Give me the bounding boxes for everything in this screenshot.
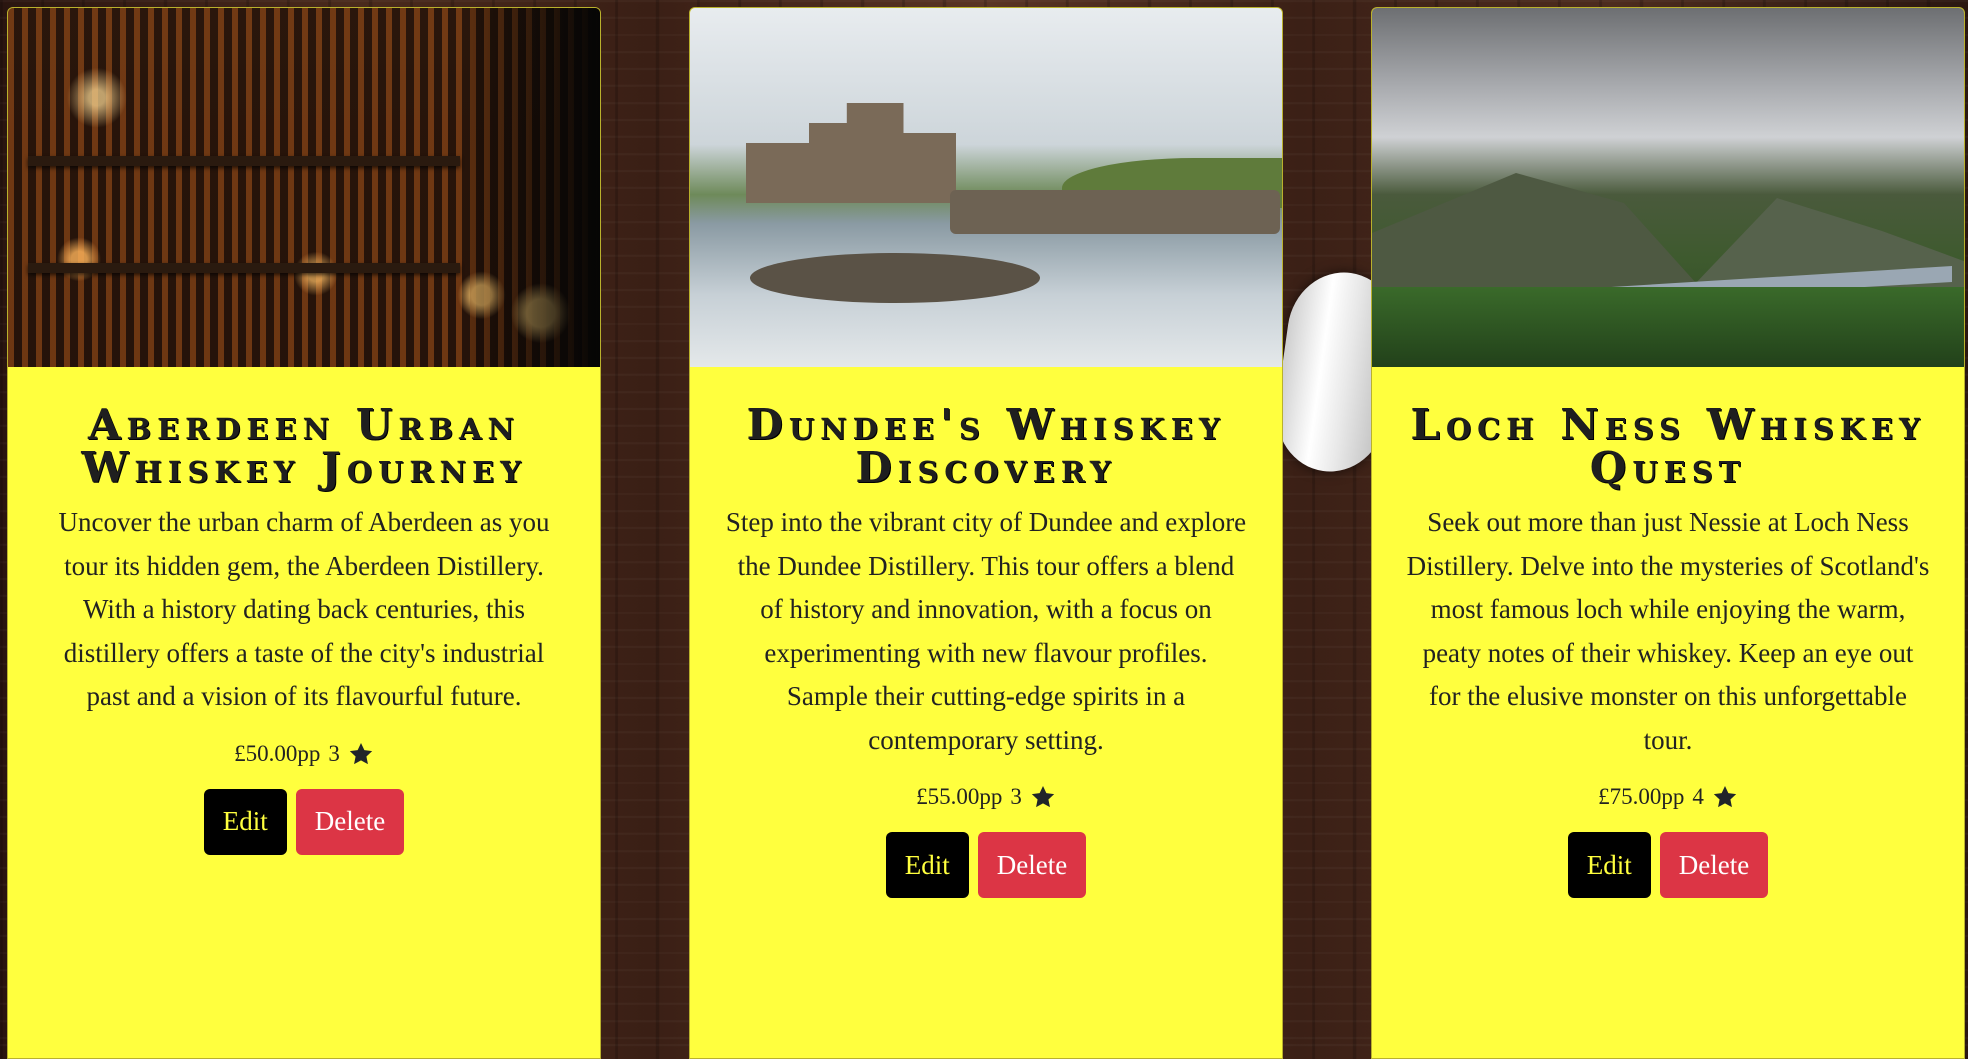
image-forest xyxy=(1372,287,1964,367)
delete-button[interactable]: Delete xyxy=(977,832,1087,898)
edit-button[interactable]: Edit xyxy=(203,788,287,855)
tour-image xyxy=(690,8,1282,367)
tour-price: £50.00pp xyxy=(234,740,321,766)
bar-shelf xyxy=(28,156,460,166)
tour-rating: 3 xyxy=(1010,784,1022,809)
image-bridge xyxy=(950,190,1280,234)
tour-title: Aberdeen Urban Whiskey Journey xyxy=(81,400,527,492)
tour-rating: 3 xyxy=(328,740,340,766)
card-body: Loch Ness Whiskey Quest Seek out more th… xyxy=(1372,367,1964,898)
tour-meta: £55.00pp 3 xyxy=(724,784,1248,810)
card-body: Aberdeen Urban Whiskey Journey Uncover t… xyxy=(8,367,600,855)
card-actions: Edit Delete xyxy=(1406,832,1930,898)
delete-button[interactable]: Delete xyxy=(1659,832,1769,898)
tour-meta: £50.00pp 3 xyxy=(42,741,566,767)
tour-card-grid: Aberdeen Urban Whiskey Journey Uncover t… xyxy=(0,0,1968,1059)
tour-rating: 4 xyxy=(1692,784,1704,809)
tour-card: Dundee's Whiskey Discovery Step into the… xyxy=(689,7,1283,1059)
tour-title: Dundee's Whiskey Discovery xyxy=(746,400,1226,492)
tour-meta: £75.00pp 4 xyxy=(1406,784,1930,810)
edit-button[interactable]: Edit xyxy=(885,832,969,898)
tour-card: Aberdeen Urban Whiskey Journey Uncover t… xyxy=(7,7,601,1059)
edit-button[interactable]: Edit xyxy=(1567,832,1651,898)
star-icon xyxy=(349,742,373,764)
image-castle xyxy=(746,103,956,203)
image-shadow xyxy=(470,8,600,367)
card-body: Dundee's Whiskey Discovery Step into the… xyxy=(690,367,1282,898)
star-icon xyxy=(1713,785,1737,808)
tour-description: Seek out more than just Nessie at Loch N… xyxy=(1406,507,1930,755)
tour-description: Uncover the urban charm of Aberdeen as y… xyxy=(58,507,550,711)
tour-description: Step into the vibrant city of Dundee and… xyxy=(725,507,1247,755)
card-actions: Edit Delete xyxy=(42,788,566,855)
star-icon xyxy=(1031,785,1055,808)
image-rocks xyxy=(750,253,1040,303)
tour-card: Loch Ness Whiskey Quest Seek out more th… xyxy=(1371,7,1965,1059)
bar-shelf xyxy=(28,263,460,273)
card-actions: Edit Delete xyxy=(724,832,1248,898)
tour-price: £75.00pp xyxy=(1598,784,1685,809)
tour-price: £55.00pp xyxy=(916,784,1003,809)
tour-image xyxy=(1372,8,1964,367)
delete-button[interactable]: Delete xyxy=(295,788,405,855)
tour-title: Loch Ness Whiskey Quest xyxy=(1410,400,1926,492)
tour-image xyxy=(8,8,600,367)
